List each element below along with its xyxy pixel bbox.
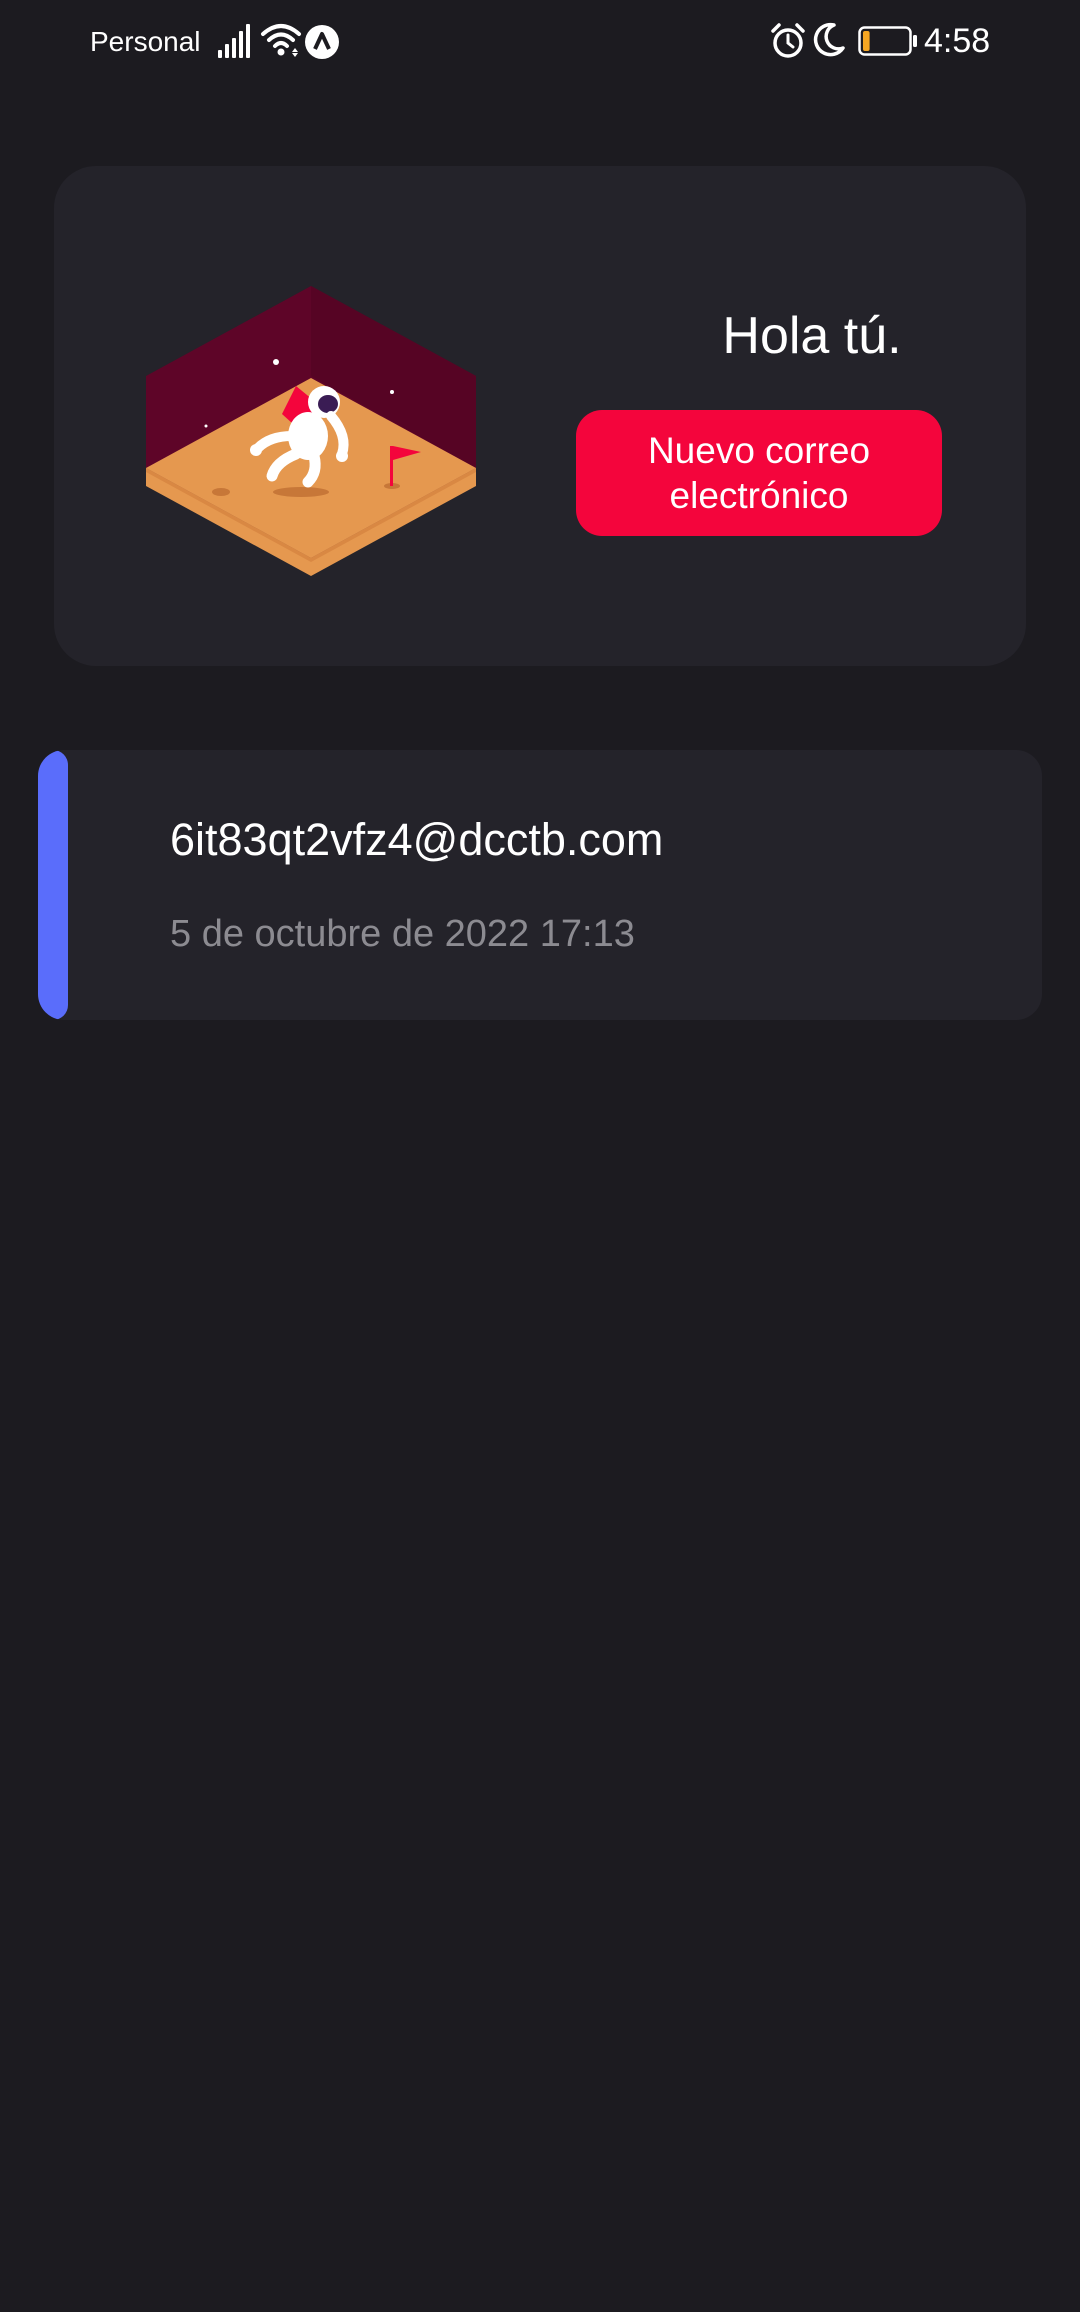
email-list-item[interactable]: 6it83qt2vfz4@dcctb.com 5 de octubre de 2… (38, 750, 1042, 1020)
new-email-button[interactable]: Nuevo correo electrónico (576, 410, 942, 536)
email-address: 6it83qt2vfz4@dcctb.com (170, 814, 664, 865)
status-clock: 4:58 (924, 22, 991, 60)
greeting-title: Hola tú. (722, 307, 902, 365)
astronaut-illustration (146, 286, 476, 576)
carrier-name: Personal (90, 26, 201, 57)
email-date: 5 de octubre de 2022 17:13 (170, 913, 635, 955)
moon-icon (813, 22, 845, 57)
email-accent-bar (38, 750, 68, 1020)
wifi-icon (261, 24, 301, 57)
signal-icon (218, 24, 250, 58)
alarm-icon (771, 23, 805, 58)
greeting-card: Hola tú. Nuevo correo electrónico (54, 166, 1026, 666)
battery-icon (858, 26, 917, 56)
status-bar: Personal 4:58 (0, 0, 1080, 82)
vpn-icon (305, 25, 339, 59)
